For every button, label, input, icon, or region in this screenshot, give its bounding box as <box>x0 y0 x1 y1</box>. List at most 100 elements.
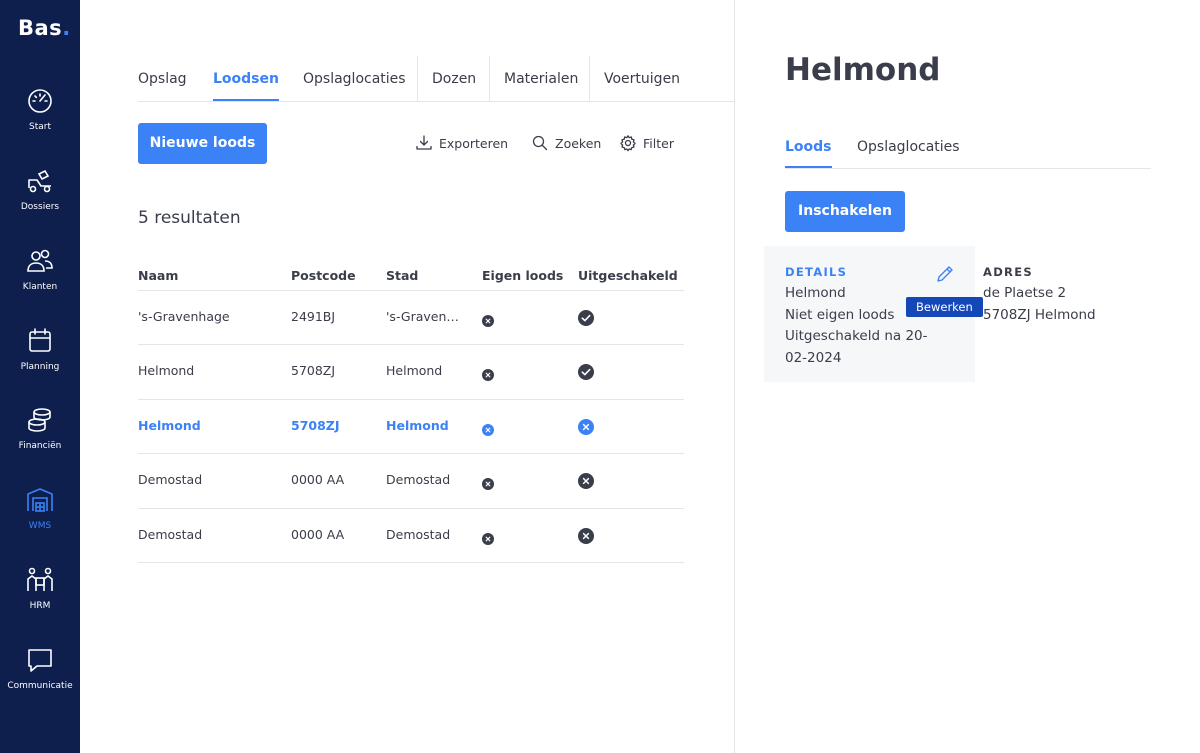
column-header-postcode[interactable]: Postcode <box>291 268 376 283</box>
column-header-naam[interactable]: Naam <box>138 268 278 283</box>
check-circle-icon <box>578 310 594 330</box>
tab-bar: Opslag Loodsen Opslaglocaties Dozen Mate… <box>138 56 734 102</box>
x-circle-icon <box>482 421 494 440</box>
sidebar: Bas. Start Dossiers Klanten Planning Fin… <box>0 0 80 753</box>
cell-postcode: 5708ZJ <box>291 417 340 433</box>
edit-tooltip: Bewerken <box>906 297 983 317</box>
tab-divider <box>417 56 418 101</box>
tab-voertuigen[interactable]: Voertuigen <box>604 71 680 87</box>
tab-loods[interactable]: Loods <box>785 139 832 168</box>
sidebar-item-wms[interactable]: WMS <box>0 485 80 555</box>
download-icon <box>416 135 432 150</box>
cell-naam: Helmond <box>138 417 201 433</box>
filter-button[interactable]: Filter <box>619 134 674 152</box>
tab-opslag[interactable]: Opslag <box>138 71 187 87</box>
coins-icon <box>28 408 51 432</box>
sidebar-item-label: Klanten <box>22 282 58 292</box>
detail-tab-bar: Loods Opslaglocaties <box>785 126 1151 169</box>
warehouse-icon <box>27 488 53 512</box>
details-line: Niet eigen loods <box>785 306 895 323</box>
table-row[interactable]: Demostad 0000 AA Demostad <box>138 509 684 563</box>
sidebar-item-label: Start <box>29 122 51 132</box>
speedometer-icon <box>28 89 52 113</box>
cell-stad: Helmond <box>386 417 449 433</box>
x-circle-icon <box>578 527 594 548</box>
pencil-icon[interactable] <box>935 264 955 284</box>
app-logo[interactable]: Bas. <box>18 16 71 40</box>
search-label: Zoeken <box>555 135 602 151</box>
details-line: Helmond <box>785 285 846 301</box>
sidebar-item-label: HRM <box>29 601 51 611</box>
details-line: 02-2024 <box>785 349 842 366</box>
tab-opslaglocaties[interactable]: Opslaglocaties <box>303 71 406 87</box>
sidebar-item-label: WMS <box>28 521 52 531</box>
column-header-stad[interactable]: Stad <box>386 268 462 283</box>
cell-stad: Demostad <box>386 526 451 542</box>
tab-divider <box>489 56 490 101</box>
sidebar-item-label: Dossiers <box>20 202 60 212</box>
team-icon <box>27 567 53 591</box>
users-icon <box>27 249 53 272</box>
x-circle-icon <box>482 475 494 494</box>
cell-naam: Demostad <box>138 472 203 488</box>
filter-label: Filter <box>643 135 674 151</box>
truck-icon <box>28 169 51 193</box>
sidebar-item-klanten[interactable]: Klanten <box>0 246 80 316</box>
gear-icon <box>620 135 636 152</box>
cell-postcode: 0000 AA <box>291 472 345 488</box>
chat-icon <box>28 649 52 672</box>
new-warehouse-button[interactable]: Nieuwe loods <box>138 123 267 164</box>
details-line: Uitgeschakeld na 20- <box>785 328 928 344</box>
sidebar-item-start[interactable]: Start <box>0 86 80 156</box>
tab-divider <box>589 56 590 101</box>
cell-stad: Helmond <box>386 363 443 379</box>
adres-heading: ADRES <box>983 265 1033 279</box>
x-circle-icon <box>578 418 594 439</box>
table-row[interactable]: 's-Gravenhage 2491BJ 's-Gravenhage <box>138 291 684 346</box>
export-label: Exporteren <box>439 135 509 151</box>
sidebar-item-communicatie[interactable]: Communicatie <box>0 645 80 715</box>
results-count: 5 resultaten <box>138 208 241 228</box>
check-circle-icon <box>578 364 594 384</box>
sidebar-item-label: Communicatie <box>7 681 73 691</box>
x-circle-icon <box>482 312 494 331</box>
calendar-icon <box>29 328 51 352</box>
cell-postcode: 0000 AA <box>291 526 345 542</box>
details-heading: DETAILS <box>785 265 848 279</box>
cell-stad: Demostad <box>386 472 451 488</box>
cell-postcode: 2491BJ <box>291 309 336 324</box>
adres-line: de Plaetse 2 <box>983 285 1067 301</box>
search-icon <box>532 135 548 151</box>
table-body: 's-Gravenhage 2491BJ 's-Gravenhage Helmond 5… <box>138 291 684 563</box>
table-header: Naam Postcode Stad Eigen loods Uitgescha… <box>138 260 684 291</box>
sidebar-item-label: Financiën <box>18 441 62 451</box>
detail-title: Helmond <box>785 52 941 88</box>
export-button[interactable]: Exporteren <box>415 134 508 152</box>
warehouse-table: Naam Postcode Stad Eigen loods Uitgescha… <box>138 260 684 563</box>
sidebar-item-planning[interactable]: Planning <box>0 326 80 396</box>
cell-naam: Helmond <box>138 363 195 379</box>
sidebar-item-label: Planning <box>20 362 60 372</box>
table-row[interactable]: Demostad 0000 AA Demostad <box>138 454 684 509</box>
adres-line: 5708ZJ Helmond <box>983 306 1096 323</box>
enable-button[interactable]: Inschakelen <box>785 191 905 232</box>
tab-materialen[interactable]: Materialen <box>504 71 578 87</box>
table-row[interactable]: Helmond 5708ZJ Helmond <box>138 400 684 455</box>
sidebar-item-hrm[interactable]: HRM <box>0 565 80 635</box>
x-circle-icon <box>578 473 594 493</box>
column-header-uitgeschakeld[interactable]: Uitgeschakeld <box>578 268 678 283</box>
x-circle-icon <box>482 530 494 549</box>
sidebar-item-dossiers[interactable]: Dossiers <box>0 166 80 236</box>
detail-pane: Helmond Loods Opslaglocaties Inschakelen… <box>734 0 1200 753</box>
cell-naam: 's-Gravenhage <box>138 309 230 324</box>
cell-stad: 's-Gravenhage <box>386 309 462 324</box>
cell-naam: Demostad <box>138 526 203 542</box>
tab-loodsen[interactable]: Loodsen <box>213 71 279 101</box>
column-header-eigen-loods[interactable]: Eigen loods <box>482 268 563 283</box>
sidebar-item-financien[interactable]: Financiën <box>0 405 80 475</box>
tab-detail-opslaglocaties[interactable]: Opslaglocaties <box>857 139 960 155</box>
tab-dozen[interactable]: Dozen <box>432 71 476 87</box>
x-circle-icon <box>482 366 494 385</box>
table-row[interactable]: Helmond 5708ZJ Helmond <box>138 345 684 400</box>
search-button[interactable]: Zoeken <box>531 134 601 152</box>
